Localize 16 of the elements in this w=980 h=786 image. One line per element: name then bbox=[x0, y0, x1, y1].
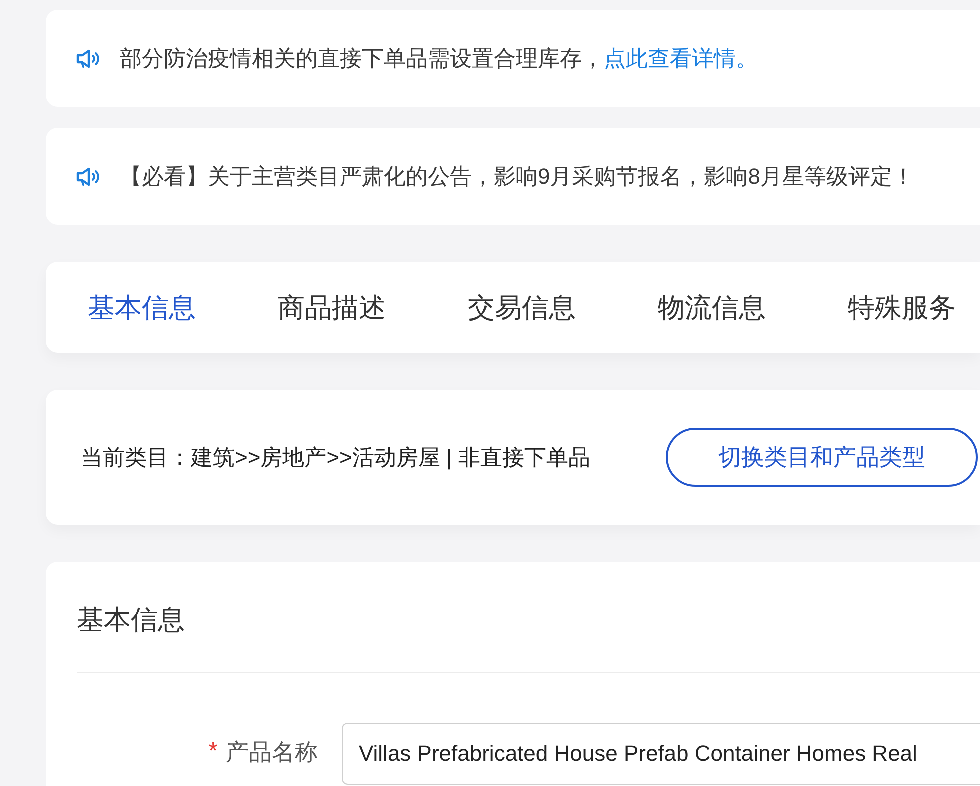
tab[interactable]: 基本信息 bbox=[47, 288, 237, 328]
tab[interactable]: 商品描述 bbox=[237, 288, 427, 328]
current-category-text: 当前类目：建筑>>房地产>>活动房屋 | 非直接下单品 bbox=[81, 444, 590, 472]
megaphone-icon bbox=[76, 166, 102, 186]
required-asterisk: * bbox=[208, 738, 218, 766]
notice-text: 【必看】关于主营类目严肃化的公告，影响9月采购节报名，影响8月星等级评定！ bbox=[120, 162, 914, 190]
tab[interactable]: 物流信息 bbox=[617, 288, 807, 328]
switch-category-button[interactable]: 切换类目和产品类型 bbox=[666, 428, 978, 487]
field-label: 产品名称 bbox=[226, 738, 318, 766]
section-title: 基本信息 bbox=[77, 604, 186, 637]
tab[interactable]: 交易信息 bbox=[427, 288, 617, 328]
notice-text: 部分防治疫情相关的直接下单品需设置合理库存，点此查看详情。 bbox=[120, 44, 758, 72]
tab[interactable]: 特殊服务 bbox=[807, 288, 962, 328]
product-name-input[interactable]: Villas Prefabricated House Prefab Container Homes Real bbox=[342, 723, 980, 785]
megaphone-icon bbox=[76, 48, 102, 68]
details-link[interactable]: 点此查看详情。 bbox=[604, 46, 758, 70]
